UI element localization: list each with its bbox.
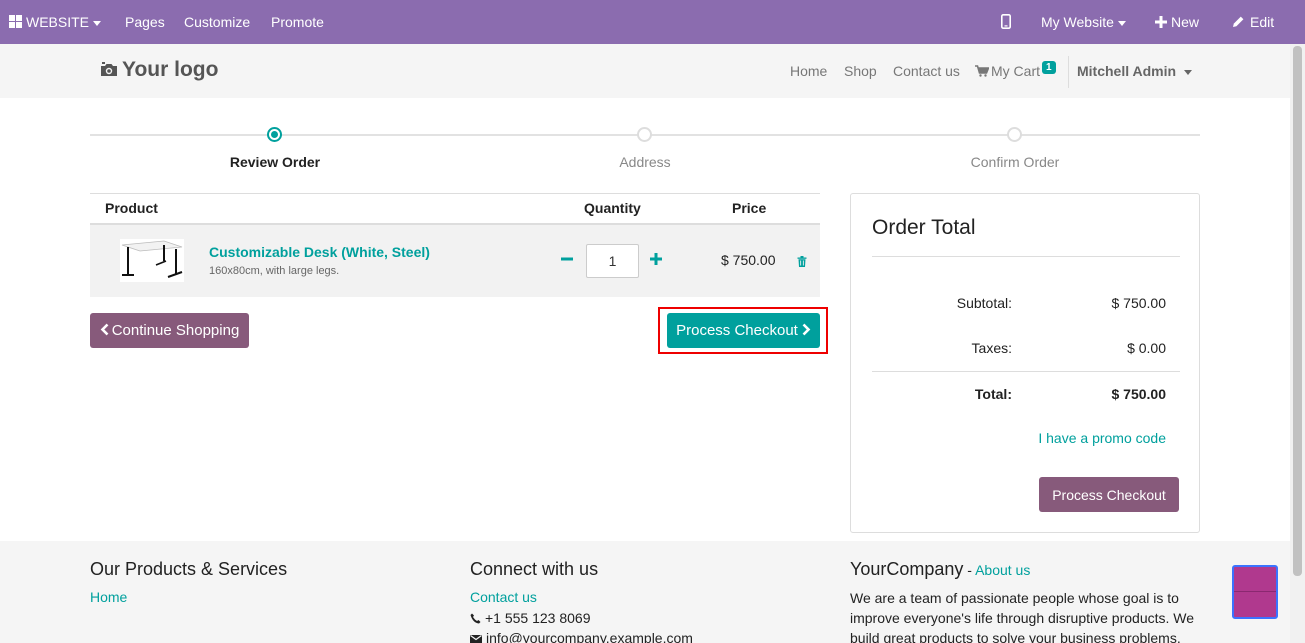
nav-home[interactable]: Home	[790, 63, 827, 79]
pencil-icon	[1233, 16, 1244, 27]
footer-contact-link[interactable]: Contact us	[470, 589, 537, 605]
quantity-plus-button[interactable]	[650, 247, 662, 276]
order-total-title: Order Total	[872, 216, 976, 239]
mobile-phone-icon	[1001, 14, 1011, 29]
total-label: Total:	[974, 386, 1012, 402]
wizard-step-dot-confirm	[1007, 127, 1022, 142]
my-website-menu[interactable]: My Website	[1041, 0, 1126, 44]
process-checkout-label: Process Checkout	[676, 322, 798, 339]
website-menu[interactable]: WEBSITE	[9, 0, 102, 44]
process-checkout-button[interactable]: Process Checkout	[667, 313, 820, 348]
promote-menu[interactable]: Promote	[271, 0, 324, 44]
footer-home-link[interactable]: Home	[90, 589, 127, 605]
website-menu-label: WEBSITE	[26, 14, 90, 30]
user-menu[interactable]: Mitchell Admin	[1077, 63, 1193, 79]
admin-topbar: WEBSITE Pages Customize Promote My Websi…	[0, 0, 1305, 44]
customize-menu[interactable]: Customize	[184, 0, 250, 44]
nav-contact[interactable]: Contact us	[893, 63, 960, 79]
footer-about-text: We are a team of passionate people whose…	[850, 590, 1195, 643]
promo-code-link[interactable]: I have a promo code	[1038, 430, 1166, 446]
logo-text: Your logo	[122, 58, 219, 81]
site-header: Your logo Home Shop Contact us My Cart 1 …	[0, 44, 1290, 98]
floating-chat-widget[interactable]	[1232, 565, 1278, 619]
continue-shopping-label: Continue Shopping	[111, 322, 240, 339]
footer-phone: +1 555 123 8069	[470, 610, 591, 626]
footer-company-heading: YourCompany - About us	[850, 559, 1030, 580]
footer-email-text: info@yourcompany.example.com	[486, 630, 693, 643]
table-top-border	[90, 193, 820, 194]
subtotal-value: $ 750.00	[1111, 295, 1167, 311]
footer-products-title: Our Products & Services	[90, 559, 288, 579]
total-value: $ 750.00	[1111, 386, 1167, 402]
desk-image	[121, 240, 183, 278]
wizard-step-dot-review	[267, 127, 282, 142]
footer-phone-text: +1 555 123 8069	[485, 610, 591, 626]
footer-company-separator: -	[963, 562, 976, 578]
plus-icon	[650, 253, 662, 265]
card-divider	[872, 256, 1180, 257]
pages-menu[interactable]: Pages	[125, 0, 165, 44]
caret-down-icon	[93, 20, 102, 26]
taxes-value: $ 0.00	[1127, 340, 1166, 356]
col-header-product: Product	[105, 200, 158, 216]
chevron-right-icon	[802, 323, 811, 336]
taxes-label: Taxes:	[971, 340, 1012, 356]
nav-divider	[1068, 56, 1069, 88]
minus-icon	[561, 257, 573, 261]
footer-about-link[interactable]: About us	[975, 562, 1030, 578]
site-footer: Our Products & Services Home Connect wit…	[0, 541, 1290, 643]
nav-cart[interactable]: My Cart 1	[975, 61, 1056, 80]
edit-label: Edit	[1250, 14, 1275, 30]
footer-company-name: YourCompany	[850, 559, 964, 579]
cart-icon	[975, 65, 990, 77]
envelope-icon	[470, 635, 482, 643]
product-name-link[interactable]: Customizable Desk (White, Steel)	[209, 244, 430, 260]
site-logo[interactable]: Your logo	[100, 58, 218, 84]
phone-icon	[470, 613, 481, 624]
wizard-step-confirm: Confirm Order	[970, 154, 1060, 170]
col-header-price: Price	[732, 200, 767, 216]
footer-connect-title: Connect with us	[470, 559, 599, 579]
scrollbar-thumb[interactable]	[1293, 46, 1302, 576]
continue-shopping-button[interactable]: Continue Shopping	[90, 313, 249, 348]
camera-icon	[101, 62, 117, 76]
footer-email: info@yourcompany.example.com	[470, 630, 693, 643]
caret-down-icon	[1117, 20, 1126, 26]
subtotal-label: Subtotal:	[956, 295, 1012, 311]
my-website-label: My Website	[1041, 14, 1114, 30]
quantity-minus-button[interactable]	[561, 247, 573, 276]
col-header-quantity: Quantity	[584, 200, 641, 216]
wizard-step-dot-address	[637, 127, 652, 142]
table-row: Customizable Desk (White, Steel) 160x80c…	[90, 225, 820, 297]
new-button[interactable]: New	[1155, 0, 1199, 44]
row-price: $ 750.00	[721, 252, 776, 268]
product-thumbnail[interactable]	[120, 239, 184, 282]
edit-button[interactable]: Edit	[1232, 0, 1274, 44]
wizard-step-address: Address	[619, 154, 671, 170]
quantity-input[interactable]	[586, 244, 639, 278]
new-label: New	[1171, 14, 1200, 30]
plus-icon	[1155, 16, 1167, 28]
trash-icon[interactable]	[797, 256, 807, 267]
page-scrollbar[interactable]	[1290, 44, 1305, 643]
chevron-left-icon	[100, 323, 109, 336]
order-total-card: Order Total Subtotal: $ 750.00 Taxes: $ …	[850, 193, 1200, 533]
cart-label: My Cart	[991, 63, 1040, 79]
card-divider	[872, 371, 1180, 372]
wizard-step-review: Review Order	[229, 154, 321, 170]
nav-shop[interactable]: Shop	[844, 63, 877, 79]
caret-down-icon	[1184, 69, 1193, 75]
user-name: Mitchell Admin	[1077, 63, 1177, 79]
card-process-checkout-button[interactable]: Process Checkout	[1039, 477, 1179, 512]
apps-grid-icon	[9, 15, 22, 28]
mobile-preview-button[interactable]	[1001, 0, 1011, 44]
product-description: 160x80cm, with large legs.	[209, 265, 340, 277]
cart-count-badge: 1	[1042, 61, 1056, 74]
